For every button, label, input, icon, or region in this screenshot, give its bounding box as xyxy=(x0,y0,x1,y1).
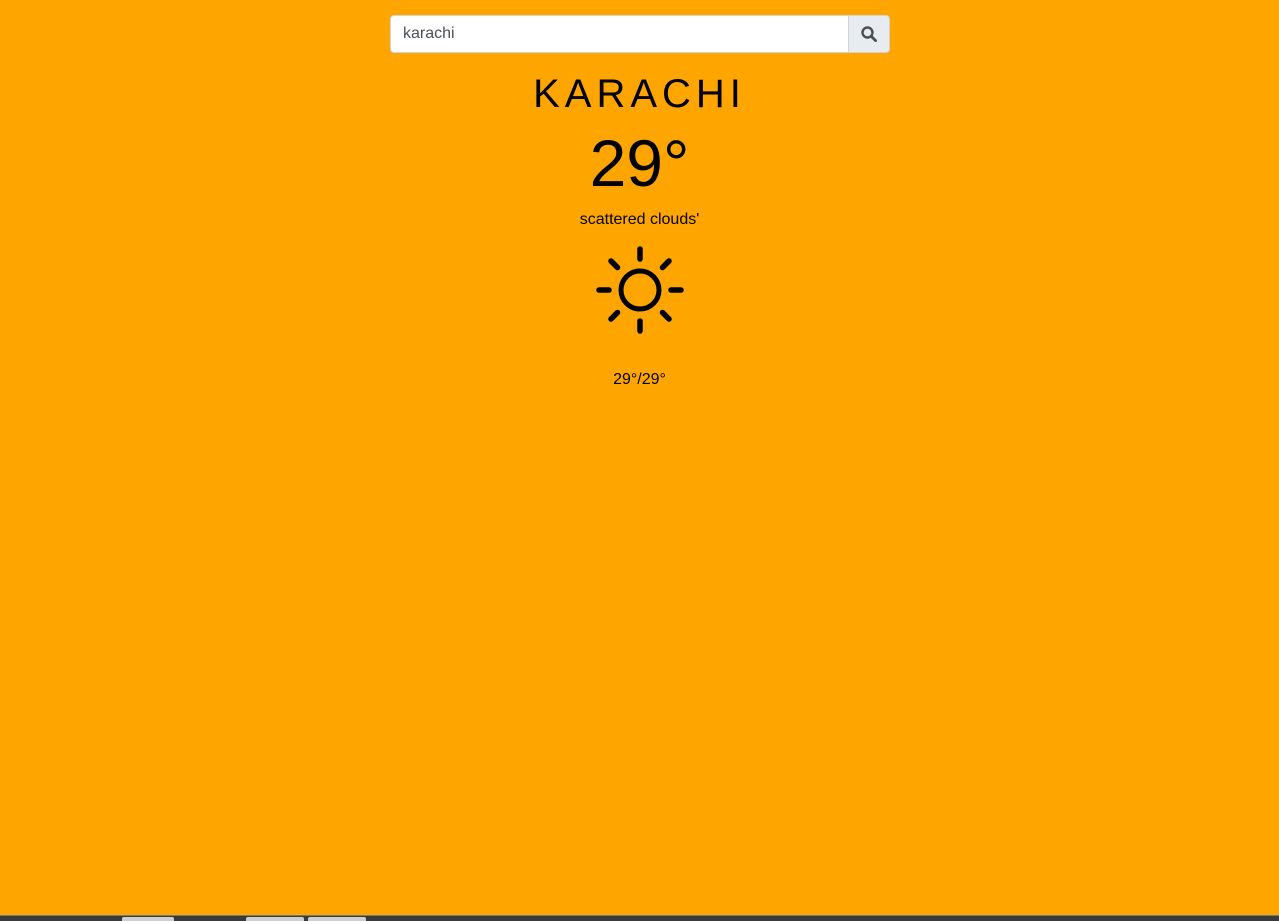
search-button[interactable] xyxy=(848,15,890,53)
taskbar-button[interactable] xyxy=(308,917,366,921)
min-max-temperature: 29°/29° xyxy=(613,371,666,388)
current-temperature: 29° xyxy=(589,126,690,200)
city-name: KARACHI xyxy=(533,72,746,116)
sun-icon xyxy=(596,246,684,334)
taskbar-button[interactable] xyxy=(122,917,174,921)
taskbar-button[interactable] xyxy=(246,917,304,921)
search-icon xyxy=(861,26,877,42)
search-input[interactable] xyxy=(390,15,848,53)
weather-description: scattered clouds' xyxy=(579,211,700,228)
search-bar xyxy=(390,15,890,53)
taskbar xyxy=(0,915,1279,921)
